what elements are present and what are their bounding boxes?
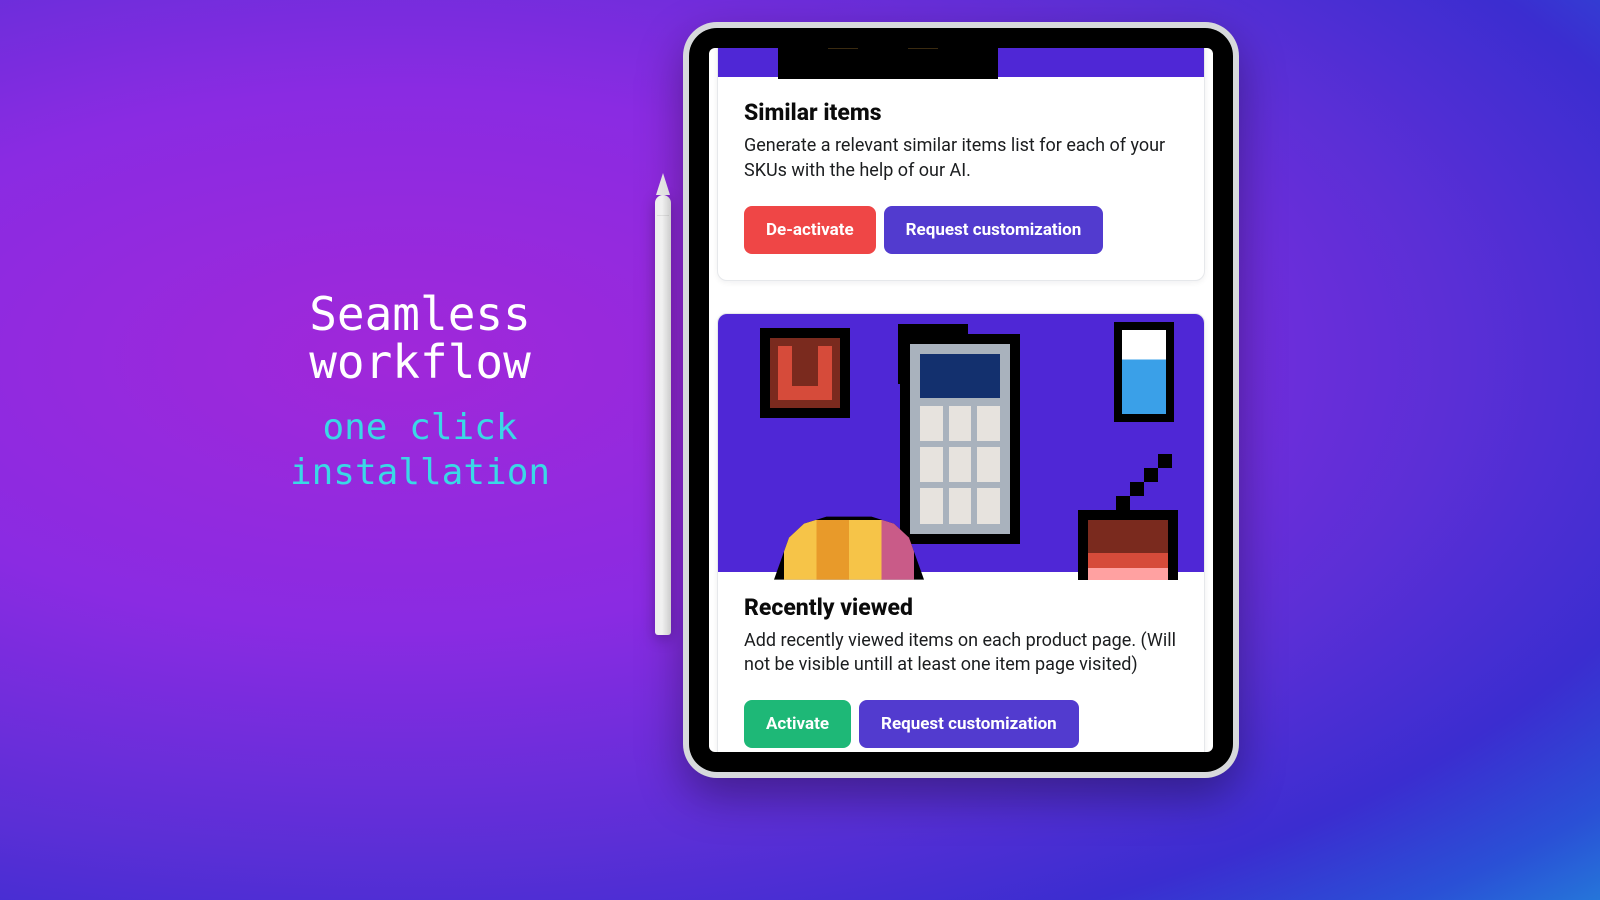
tablet-screen: Similar items Generate a relevant simila… [709, 48, 1213, 752]
request-customization-button[interactable]: Request customization [884, 206, 1104, 254]
stylus-icon [655, 195, 671, 635]
card-title: Similar items [744, 99, 1178, 126]
card-description: Add recently viewed items on each produc… [744, 629, 1178, 679]
tablet-frame: Similar items Generate a relevant simila… [683, 22, 1239, 778]
card-image-recently-viewed [718, 314, 1204, 572]
hero-subtitle: one click installation [230, 405, 610, 495]
pixel-cup-icon [1078, 510, 1178, 580]
card-similar-items: Similar items Generate a relevant simila… [717, 48, 1205, 281]
card-recently-viewed: Recently viewed Add recently viewed item… [717, 313, 1205, 752]
pixel-cup-steam-icon [1116, 452, 1186, 512]
pixel-calculator-icon [900, 334, 1020, 544]
hero-title: Seamless workflow [230, 290, 610, 387]
request-customization-button[interactable]: Request customization [859, 700, 1079, 748]
card-description: Generate a relevant similar items list f… [744, 134, 1178, 184]
deactivate-button[interactable]: De-activate [744, 206, 876, 254]
hero-copy: Seamless workflow one click installation [230, 290, 610, 495]
card-image-similar [718, 48, 1204, 77]
activate-button[interactable]: Activate [744, 700, 851, 748]
tablet-bezel: Similar items Generate a relevant simila… [689, 28, 1233, 772]
app-scroll-area[interactable]: Similar items Generate a relevant simila… [709, 48, 1213, 752]
card-title: Recently viewed [744, 594, 1178, 621]
